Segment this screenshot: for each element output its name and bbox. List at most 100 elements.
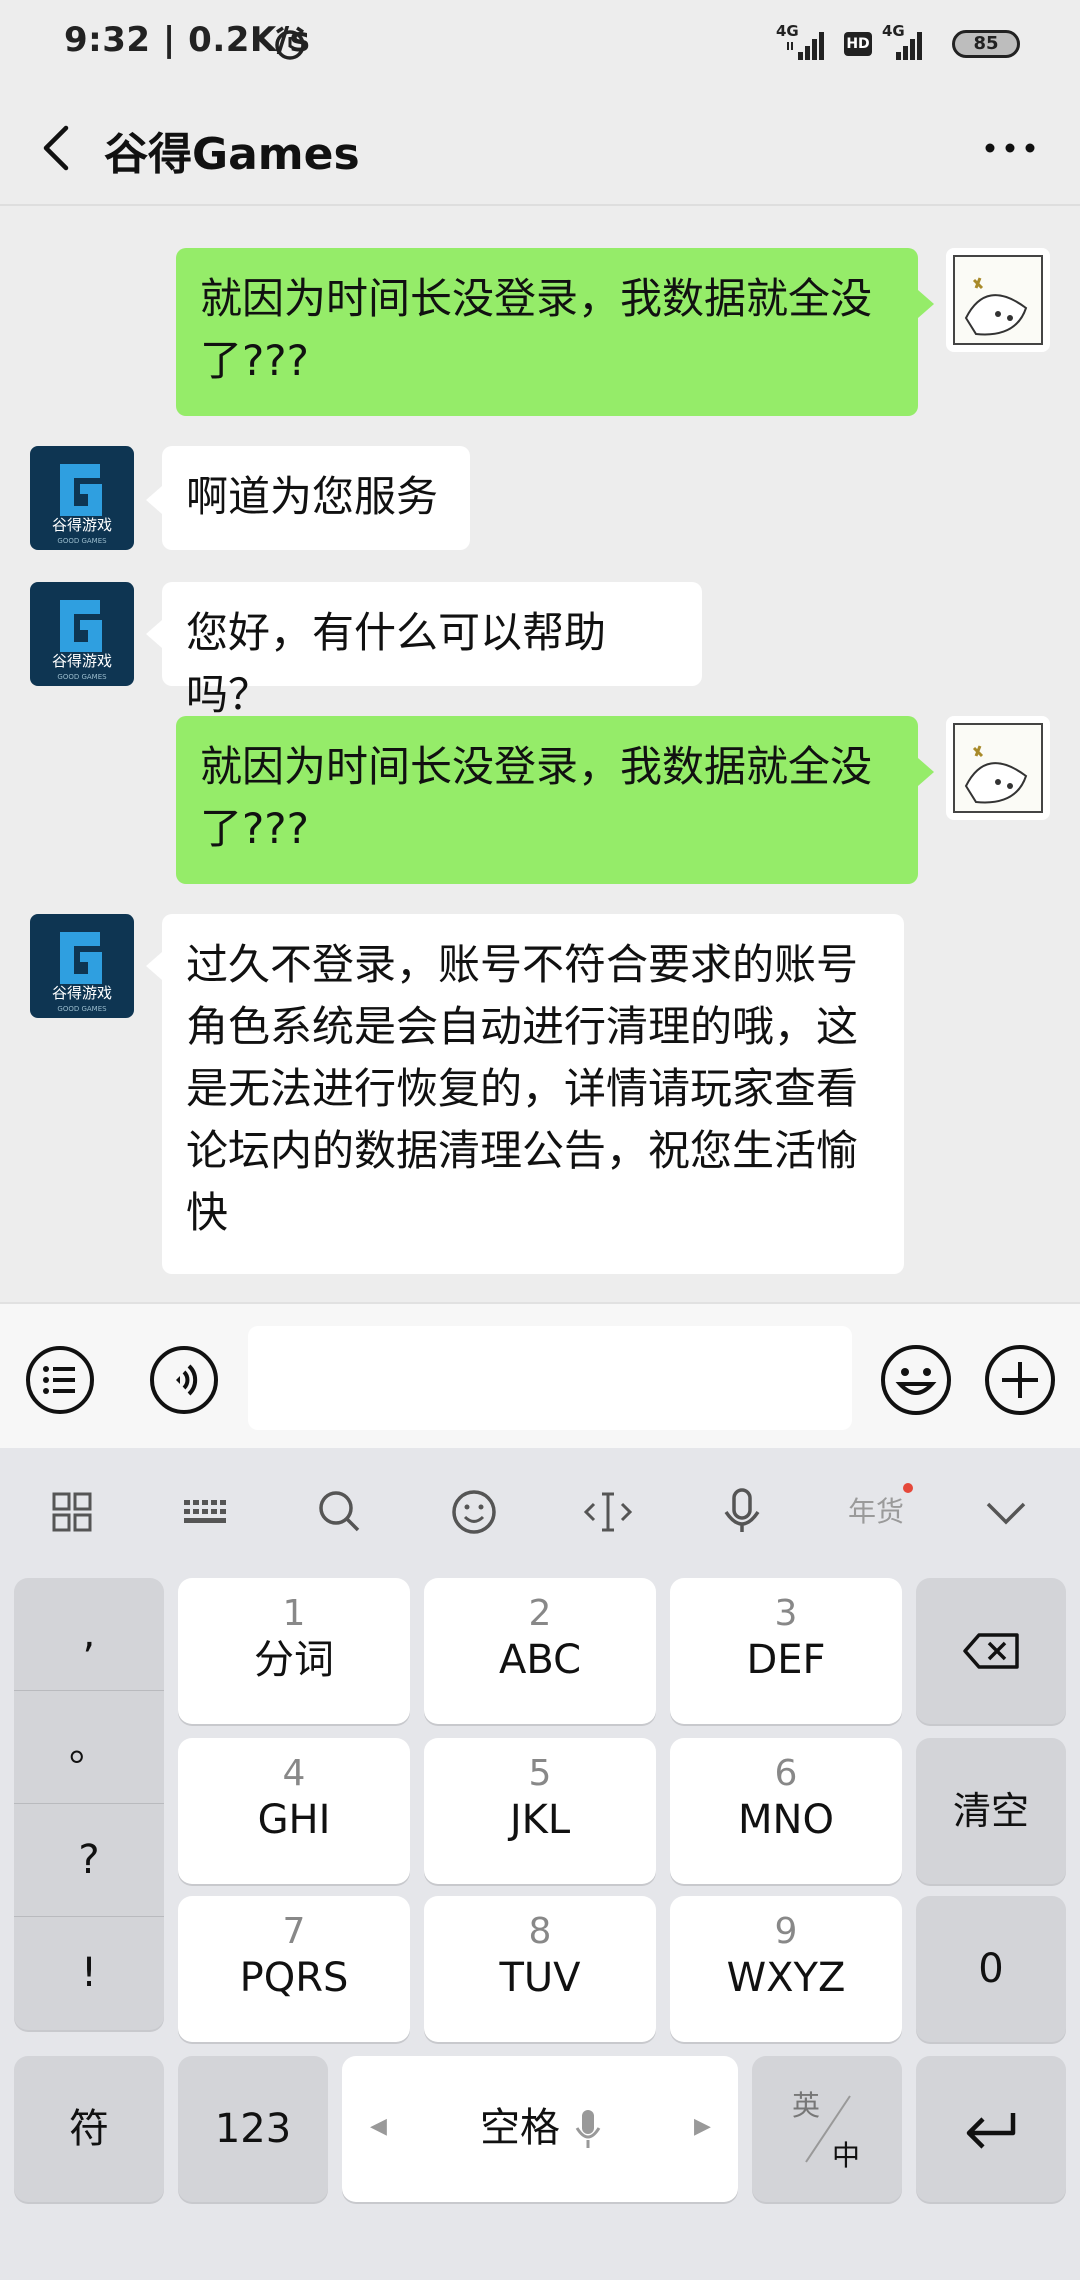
chevron-down-icon[interactable]: [966, 1472, 1046, 1552]
enter-key[interactable]: [916, 2056, 1066, 2202]
emoji-icon[interactable]: [878, 1342, 954, 1418]
emoji-keyboard-icon[interactable]: [434, 1472, 514, 1552]
alarm-icon: [275, 26, 305, 60]
key-letters: JKL: [509, 1797, 571, 1843]
message-text: 就因为时间长没登录，我数据就全没了???: [200, 274, 873, 385]
key-4[interactable]: 4 GHI: [178, 1738, 410, 1884]
lang-chinese-label: 中: [832, 2139, 861, 2172]
their-message-bubble[interactable]: 您好，有什么可以帮助吗？: [162, 582, 702, 719]
status-icons: 4G HD 4G 85: [772, 22, 1032, 66]
svg-text:谷得游戏: 谷得游戏: [52, 652, 112, 670]
message-input[interactable]: [248, 1326, 852, 1430]
svg-text:GOOD GAMES: GOOD GAMES: [57, 1005, 107, 1013]
their-message-bubble[interactable]: 啊道为您服务: [162, 446, 470, 550]
key-letters: ABC: [498, 1637, 582, 1683]
key-number: 8: [528, 1911, 552, 1952]
svg-text:GOOD GAMES: GOOD GAMES: [57, 537, 107, 545]
bubble-tail: [146, 952, 162, 980]
battery-indicator: 85: [952, 30, 1020, 58]
key-9[interactable]: 9 WXYZ: [670, 1896, 902, 2042]
key-letters: MNO: [738, 1797, 834, 1843]
punct-key-exclaim[interactable]: !: [14, 1917, 164, 2030]
key-6[interactable]: 6 MNO: [670, 1738, 902, 1884]
svg-text:谷得游戏: 谷得游戏: [52, 516, 112, 534]
service-avatar[interactable]: 谷得游戏 GOOD GAMES: [30, 914, 134, 1018]
number-mode-key[interactable]: 123: [178, 2056, 328, 2202]
key-3[interactable]: 3 DEF: [670, 1578, 902, 1724]
bubble-tail: [146, 486, 162, 514]
good-games-logo-icon: 谷得游戏 GOOD GAMES: [30, 582, 134, 686]
my-avatar[interactable]: [946, 248, 1050, 352]
key-8[interactable]: 8 TUV: [424, 1896, 656, 2042]
punct-key-comma[interactable]: ,: [14, 1578, 164, 1691]
key-letters: DEF: [746, 1637, 826, 1683]
my-avatar[interactable]: [946, 716, 1050, 820]
key-letters: 分词: [254, 1637, 334, 1683]
key-number: 6: [774, 1753, 798, 1794]
svg-text:GOOD GAMES: GOOD GAMES: [57, 673, 107, 681]
microphone-icon[interactable]: [702, 1472, 782, 1552]
key-number: 9: [774, 1911, 798, 1952]
svg-text:谷得游戏: 谷得游戏: [52, 984, 112, 1002]
space-key[interactable]: ◀ 空格 ▶: [342, 2056, 738, 2202]
cursor-right-icon: ▶: [694, 2114, 711, 2139]
punct-key-question[interactable]: ?: [14, 1804, 164, 1917]
keyboard-layout-icon[interactable]: [166, 1472, 246, 1552]
my-message-bubble[interactable]: 就因为时间长没登录，我数据就全没了???: [176, 716, 918, 884]
key-letters: GHI: [257, 1797, 331, 1843]
service-avatar[interactable]: 谷得游戏 GOOD GAMES: [30, 582, 134, 686]
key-number: 7: [282, 1911, 306, 1952]
punctuation-column: , 。 ? !: [14, 1578, 164, 2030]
cartoon-avatar-icon: [953, 255, 1043, 345]
battery-level: 85: [973, 33, 999, 54]
enter-icon: [966, 2113, 1016, 2149]
my-message-bubble[interactable]: 就因为时间长没登录，我数据就全没了???: [176, 248, 918, 416]
punct-key-period[interactable]: 。: [14, 1691, 164, 1804]
more-options-icon[interactable]: [978, 120, 1042, 176]
input-bar: [0, 1302, 1080, 1450]
key-letters: TUV: [499, 1955, 581, 2001]
cartoon-avatar-icon: [953, 723, 1043, 813]
backspace-icon: [963, 1633, 1019, 1669]
chat-title: 谷得Games: [104, 129, 360, 180]
their-message-bubble[interactable]: 过久不登录，账号不符合要求的账号角色系统是会自动进行清理的哦，这是无法进行恢复的…: [162, 914, 904, 1274]
hd-label: HD: [846, 36, 870, 52]
key-1[interactable]: 1 分词: [178, 1578, 410, 1724]
backspace-key[interactable]: [916, 1578, 1066, 1724]
bubble-tail: [918, 758, 934, 786]
key-letters: PQRS: [239, 1955, 349, 2001]
cursor-move-icon[interactable]: [568, 1472, 648, 1552]
message-text: 就因为时间长没登录，我数据就全没了???: [200, 742, 873, 853]
notification-dot: [903, 1483, 913, 1493]
key-number: 4: [282, 1753, 306, 1794]
key-number: 1: [282, 1593, 306, 1634]
service-avatar[interactable]: 谷得游戏 GOOD GAMES: [30, 446, 134, 550]
signal-icon-2: [896, 32, 922, 60]
toolbar-badge-label: 年货: [847, 1495, 904, 1528]
bubble-tail: [146, 620, 162, 648]
key-letters: WXYZ: [726, 1955, 846, 2001]
zero-key[interactable]: 0: [916, 1896, 1066, 2042]
grid-menu-icon[interactable]: [32, 1472, 112, 1552]
space-mic-icon: [575, 2110, 601, 2148]
key-number: 3: [774, 1593, 798, 1634]
search-icon[interactable]: [300, 1472, 380, 1552]
chat-header: 谷得Games: [0, 88, 1080, 206]
language-switch-key[interactable]: 英 中: [752, 2056, 902, 2202]
clear-key[interactable]: 清空: [916, 1738, 1066, 1884]
menu-list-icon[interactable]: [24, 1344, 96, 1416]
good-games-logo-icon: 谷得游戏 GOOD GAMES: [30, 914, 134, 1018]
symbol-key[interactable]: 符: [14, 2056, 164, 2202]
plus-icon[interactable]: [982, 1342, 1058, 1418]
signal-icon: [787, 32, 824, 60]
back-arrow-icon[interactable]: [30, 120, 86, 176]
space-label: 空格: [480, 2105, 560, 2151]
key-5[interactable]: 5 JKL: [424, 1738, 656, 1884]
key-7[interactable]: 7 PQRS: [178, 1896, 410, 2042]
voice-icon[interactable]: [148, 1344, 220, 1416]
message-text: 啊道为您服务: [186, 472, 439, 521]
message-text: 过久不登录，账号不符合要求的账号角色系统是会自动进行清理的哦，这是无法进行恢复的…: [186, 940, 859, 1237]
cursor-left-icon: ◀: [370, 2114, 387, 2139]
key-2[interactable]: 2 ABC: [424, 1578, 656, 1724]
key-number: 5: [528, 1753, 552, 1794]
